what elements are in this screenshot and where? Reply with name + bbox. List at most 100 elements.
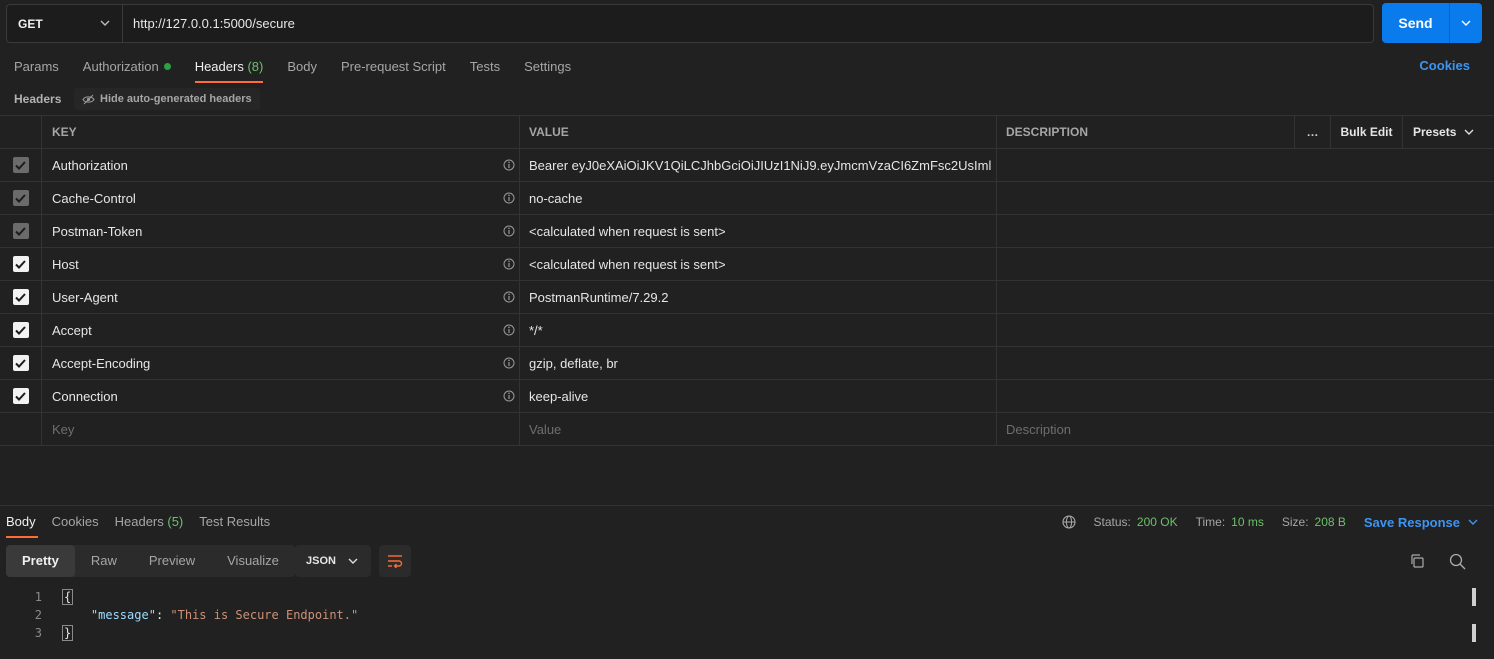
info-icon[interactable]	[503, 390, 515, 405]
row-checkbox[interactable]	[12, 322, 29, 338]
row-check-cell	[0, 248, 42, 280]
table-body: Authorization Bearer eyJ0eXAiOiJKV1QiLCJh…	[0, 149, 1494, 413]
send-button-group: Send	[1382, 3, 1482, 43]
header-description-cell[interactable]	[997, 215, 1494, 247]
header-value-cell[interactable]: <calculated when request is sent>	[520, 248, 997, 280]
view-pretty-button[interactable]: Pretty	[6, 545, 75, 577]
cookies-link[interactable]: Cookies	[1419, 58, 1470, 73]
tab-params[interactable]: Params	[0, 50, 71, 83]
globe-icon[interactable]	[1061, 515, 1076, 529]
tab-label: Tests	[469, 59, 501, 74]
status-label: Status:	[1093, 515, 1131, 529]
header-key: Accept	[52, 322, 92, 338]
search-icon[interactable]	[1449, 553, 1466, 570]
header-value: <calculated when request is sent>	[529, 256, 726, 272]
header-key: Cache-Control	[52, 190, 136, 206]
status-value[interactable]: 200 OK	[1137, 515, 1178, 529]
response-body-editor[interactable]: 1 { 2 "message": "This is Secure Endpoin…	[0, 588, 1494, 642]
view-preview-button[interactable]: Preview	[133, 545, 211, 577]
header-description-cell[interactable]	[997, 149, 1494, 181]
header-value-cell[interactable]: Bearer eyJ0eXAiOiJKV1QiLCJhbGciOiJIUzI1N…	[520, 149, 997, 181]
info-icon[interactable]	[503, 357, 515, 372]
tab-label: Test Results	[199, 514, 271, 529]
header-value-cell[interactable]: gzip, deflate, br	[520, 347, 997, 379]
view-raw-button[interactable]: Raw	[75, 545, 133, 577]
tab-pre-request-script[interactable]: Pre-request Script	[329, 50, 458, 83]
json-colon: :	[155, 608, 171, 622]
header-value-cell[interactable]: PostmanRuntime/7.29.2	[520, 281, 997, 313]
header-description-cell[interactable]	[997, 347, 1494, 379]
header-description-cell[interactable]	[997, 380, 1494, 412]
header-value-cell[interactable]: <calculated when request is sent>	[520, 215, 997, 247]
chevron-down-icon	[1468, 519, 1478, 525]
info-icon[interactable]	[503, 192, 515, 207]
method-select[interactable]: GET	[7, 5, 123, 42]
time-value[interactable]: 10 ms	[1231, 515, 1264, 529]
save-response-button[interactable]: Save Response	[1364, 515, 1478, 530]
new-key-input[interactable]: Key	[42, 413, 520, 445]
row-checkbox[interactable]	[12, 355, 29, 371]
new-description-input[interactable]: Description	[997, 413, 1494, 445]
presets-dropdown[interactable]: Presets	[1403, 116, 1494, 148]
size-value[interactable]: 208 B	[1315, 515, 1346, 529]
header-key-cell[interactable]: Authorization	[42, 149, 520, 181]
scrollbar-thumb[interactable]	[1472, 624, 1476, 642]
header-key: User-Agent	[52, 289, 118, 305]
hide-auto-headers-button[interactable]: Hide auto-generated headers	[74, 88, 260, 110]
row-checkbox[interactable]	[12, 289, 29, 305]
tab-tests[interactable]: Tests	[458, 50, 512, 83]
wrap-lines-button[interactable]	[379, 545, 411, 577]
row-checkbox[interactable]	[12, 256, 29, 272]
copy-icon[interactable]	[1409, 553, 1425, 569]
header-description-cell[interactable]	[997, 314, 1494, 346]
header-key-cell[interactable]: Accept-Encoding	[42, 347, 520, 379]
send-button[interactable]: Send	[1382, 3, 1449, 43]
row-check-cell	[0, 314, 42, 346]
header-key-cell[interactable]: Postman-Token	[42, 215, 520, 247]
tab-body[interactable]: Body	[275, 50, 329, 83]
code-line: 2 "message": "This is Secure Endpoint."	[0, 606, 1494, 624]
scrollbar-thumb[interactable]	[1472, 588, 1476, 606]
header-description-cell[interactable]	[997, 248, 1494, 280]
bulk-edit-button[interactable]: Bulk Edit	[1331, 116, 1403, 148]
chevron-down-icon	[348, 558, 358, 564]
header-description-cell[interactable]	[997, 281, 1494, 313]
response-tab-headers[interactable]: Headers (5)	[107, 506, 192, 538]
response-tab-body[interactable]: Body	[0, 506, 44, 538]
header-key-cell[interactable]: Host	[42, 248, 520, 280]
row-checkbox[interactable]	[12, 388, 29, 404]
header-key-cell[interactable]: Accept	[42, 314, 520, 346]
headers-table: KEY VALUE DESCRIPTION … Bulk Edit Preset…	[0, 115, 1494, 446]
view-visualize-button[interactable]: Visualize	[211, 545, 295, 577]
send-options-button[interactable]	[1449, 3, 1482, 43]
info-icon[interactable]	[503, 291, 515, 306]
header-key-cell[interactable]: Cache-Control	[42, 182, 520, 214]
eye-off-icon	[82, 94, 95, 104]
header-value: Bearer eyJ0eXAiOiJKV1QiLCJhbGciOiJIUzI1N…	[529, 157, 992, 173]
new-value-input[interactable]: Value	[520, 413, 997, 445]
chevron-down-icon	[100, 20, 110, 26]
row-check-cell	[0, 281, 42, 313]
more-icon: …	[1306, 125, 1319, 139]
tab-authorization[interactable]: Authorization	[71, 50, 183, 83]
tab-settings[interactable]: Settings	[512, 50, 583, 83]
info-icon[interactable]	[503, 258, 515, 273]
more-options-button[interactable]: …	[1295, 116, 1331, 148]
header-key-cell[interactable]: Connection	[42, 380, 520, 412]
format-select[interactable]: JSON	[295, 545, 371, 577]
response-tab-test-results[interactable]: Test Results	[191, 506, 278, 538]
info-icon[interactable]	[503, 225, 515, 240]
header-key-cell[interactable]: User-Agent	[42, 281, 520, 313]
info-icon[interactable]	[503, 159, 515, 174]
tab-label: Pre-request Script	[340, 59, 446, 74]
response-tab-cookies[interactable]: Cookies	[44, 506, 107, 538]
info-icon[interactable]	[503, 324, 515, 339]
header-value-cell[interactable]: keep-alive	[520, 380, 997, 412]
url-input[interactable]: http://127.0.0.1:5000/secure	[123, 5, 1373, 42]
header-value-cell[interactable]: */*	[520, 314, 997, 346]
header-value: */*	[529, 322, 543, 338]
header-description-cell[interactable]	[997, 182, 1494, 214]
column-header-description: DESCRIPTION	[997, 116, 1295, 148]
tab-headers[interactable]: Headers (8)	[183, 50, 276, 83]
header-value-cell[interactable]: no-cache	[520, 182, 997, 214]
